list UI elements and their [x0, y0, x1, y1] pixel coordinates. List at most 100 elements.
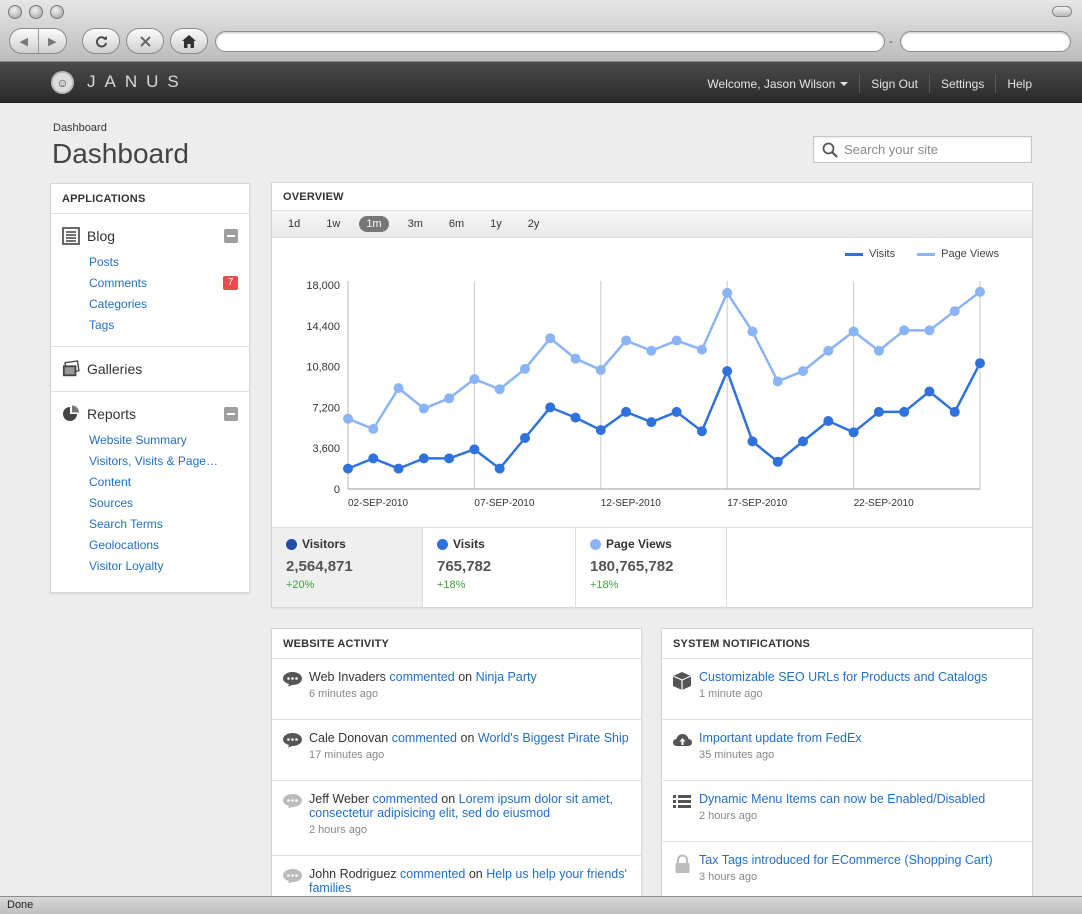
activity-action-link[interactable]: commented: [389, 670, 454, 684]
time-range-selector: 1d 1w 1m 3m 6m 1y 2y: [272, 211, 1032, 238]
range-1y[interactable]: 1y: [483, 216, 509, 232]
address-bar[interactable]: [215, 31, 885, 52]
range-2y[interactable]: 2y: [521, 216, 547, 232]
x-tick-label: 02-SEP-2010: [348, 498, 408, 509]
y-tick-label: 14,400: [306, 321, 340, 333]
galleries-label: Galleries: [87, 361, 143, 377]
janus-logo-icon[interactable]: ☺: [51, 71, 74, 94]
sidebar-item-geolocations[interactable]: Geolocations: [89, 535, 238, 556]
collapse-icon[interactable]: [224, 229, 238, 243]
sidebar-item-tags[interactable]: Tags: [89, 315, 238, 336]
data-point-visits: [519, 433, 530, 443]
window-minimize-button[interactable]: [29, 5, 43, 19]
sidebar-item-posts[interactable]: Posts: [89, 252, 238, 273]
list-icon: [673, 795, 691, 808]
data-point-visits: [747, 436, 758, 447]
activity-target-link[interactable]: Ninja Party: [476, 670, 537, 684]
legend-page-views[interactable]: Page Views: [917, 248, 999, 260]
range-6m[interactable]: 6m: [442, 216, 471, 232]
site-search-input[interactable]: Search your site: [813, 136, 1032, 163]
data-point-visits: [469, 444, 480, 455]
legend-swatch: [845, 252, 864, 256]
browser-search-field[interactable]: [900, 31, 1071, 52]
nav-divider: [995, 74, 997, 93]
settings-link[interactable]: Settings: [941, 77, 984, 91]
notification-item: Tax Tags introduced for ECommerce (Shopp…: [662, 842, 1032, 897]
stat-page-views[interactable]: Page Views 180,765,782 +18%: [576, 528, 727, 607]
range-1w[interactable]: 1w: [319, 216, 347, 232]
sidebar-item-comments[interactable]: Comments 7: [89, 273, 238, 294]
sidebar-item-sources[interactable]: Sources: [89, 493, 238, 514]
window-close-button[interactable]: [8, 5, 22, 19]
gallery-icon: [62, 360, 80, 378]
chart-legend: Visits Page Views: [823, 248, 999, 260]
blog-header[interactable]: Blog: [62, 226, 238, 246]
reports-header[interactable]: Reports: [62, 404, 238, 424]
sidebar-item-visitors-visits[interactable]: Visitors, Visits & Page…: [89, 451, 238, 472]
sidebar-item-content[interactable]: Content: [89, 472, 238, 493]
data-point-visits: [924, 386, 935, 397]
pie-chart-icon: [62, 405, 80, 423]
activity-item: Cale Donovan commented on World's Bigges…: [272, 720, 641, 781]
stat-visitors[interactable]: Visitors 2,564,871 +20%: [272, 528, 423, 607]
range-3m[interactable]: 3m: [401, 216, 430, 232]
activity-action-link[interactable]: commented: [392, 731, 457, 745]
notification-link[interactable]: Customizable SEO URLs for Products and C…: [699, 670, 987, 684]
window-zoom-button[interactable]: [50, 5, 64, 19]
activity-on: on: [441, 792, 456, 806]
range-1m[interactable]: 1m: [359, 216, 389, 232]
data-point-visits: [393, 463, 404, 474]
user-menu[interactable]: Welcome, Jason Wilson: [707, 76, 849, 91]
activity-action-link[interactable]: commented: [400, 867, 465, 881]
data-point-page-views: [873, 345, 884, 356]
data-point-visits: [873, 406, 884, 417]
galleries-header[interactable]: Galleries: [62, 359, 238, 379]
activity-target-link[interactable]: World's Biggest Pirate Ship: [478, 731, 629, 745]
sign-out-link[interactable]: Sign Out: [871, 77, 918, 91]
activity-action-link[interactable]: commented: [372, 792, 437, 806]
y-tick-label: 18,000: [306, 280, 340, 292]
toolbar-toggle-button[interactable]: [1052, 6, 1072, 17]
y-tick-label: 3,600: [312, 443, 340, 455]
stop-button[interactable]: [126, 28, 164, 54]
data-point-visits: [494, 463, 505, 474]
stat-visits[interactable]: Visits 765,782 +18%: [423, 528, 576, 607]
visitors-dot-icon: [286, 538, 297, 550]
data-point-visits: [444, 453, 455, 464]
help-link[interactable]: Help: [1007, 77, 1032, 91]
chevron-down-icon: [840, 81, 849, 86]
reports-section: Reports Website Summary Visitors, Visits…: [51, 392, 249, 587]
notification-link[interactable]: Tax Tags introduced for ECommerce (Shopp…: [699, 853, 993, 867]
data-point-visits: [899, 406, 910, 417]
range-1d[interactable]: 1d: [281, 216, 307, 232]
data-point-visits: [848, 427, 859, 438]
reload-button[interactable]: [82, 28, 120, 54]
applications-heading: APPLICATIONS: [51, 184, 249, 214]
notification-link[interactable]: Important update from FedEx: [699, 731, 862, 745]
welcome-text: Welcome, Jason Wilson: [707, 76, 836, 91]
sidebar-item-website-summary[interactable]: Website Summary: [89, 430, 238, 451]
data-point-page-views: [595, 365, 606, 375]
back-arrow-icon[interactable]: ◀: [10, 29, 39, 53]
galleries-section: Galleries: [51, 347, 249, 392]
breadcrumb[interactable]: Dashboard: [53, 122, 107, 134]
sidebar-item-visitor-loyalty[interactable]: Visitor Loyalty: [89, 556, 238, 577]
stat-label: Visitors: [302, 537, 346, 551]
collapse-icon[interactable]: [224, 407, 238, 421]
home-button[interactable]: [170, 28, 208, 54]
forward-arrow-icon[interactable]: ▶: [39, 29, 67, 53]
x-tick-label: 17-SEP-2010: [727, 498, 787, 509]
legend-visits[interactable]: Visits: [845, 248, 895, 260]
cube-icon: [672, 672, 692, 690]
activity-user: Jeff Weber: [309, 792, 369, 806]
stat-value: 180,765,782: [590, 558, 674, 575]
notification-link[interactable]: Dynamic Menu Items can now be Enabled/Di…: [699, 792, 985, 806]
data-point-visits: [772, 456, 783, 467]
data-point-page-views: [545, 333, 556, 344]
sidebar-item-categories[interactable]: Categories: [89, 294, 238, 315]
data-point-page-views: [722, 287, 733, 298]
sidebar-item-search-terms[interactable]: Search Terms: [89, 514, 238, 535]
activity-on: on: [458, 670, 473, 684]
app-logo-text[interactable]: JANUS: [87, 72, 188, 92]
page-title: Dashboard: [52, 138, 189, 169]
